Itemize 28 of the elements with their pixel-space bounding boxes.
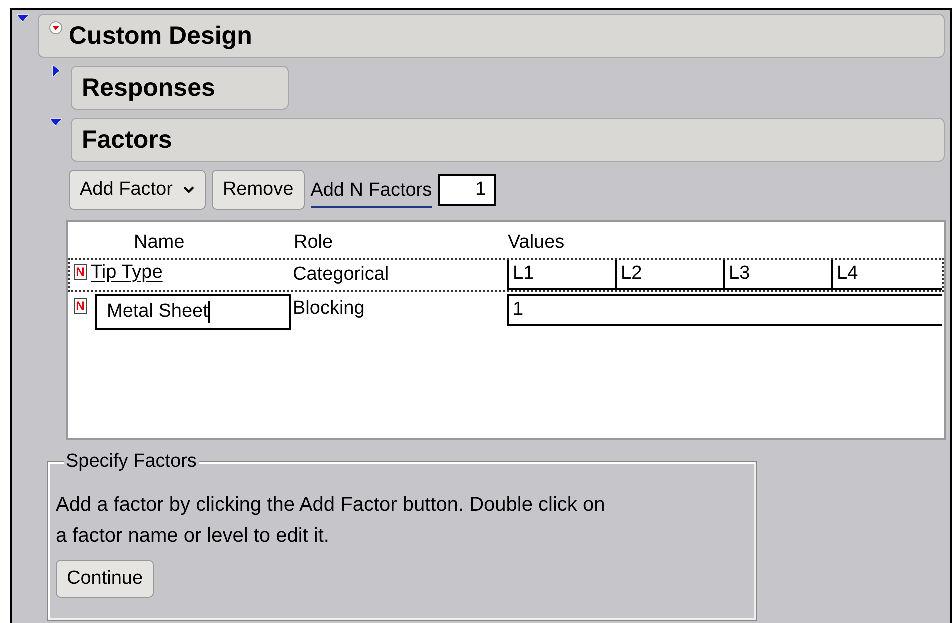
help-text: Add a factor by clicking the Add Factor button. Double click on a factor name or level to edit it. (56, 493, 606, 549)
outline-title: Custom Design (69, 22, 252, 50)
factor-name: Tip Type (91, 261, 164, 284)
menu-icon[interactable] (49, 21, 63, 35)
column-header: Role (294, 232, 334, 254)
factor-role: Blocking (293, 297, 366, 320)
nominal-icon: N (74, 298, 87, 314)
add-factor-dropdown[interactable]: Add Factor (69, 170, 206, 210)
factor-role: Categorical (293, 263, 390, 286)
level-value[interactable]: 1 (509, 296, 942, 324)
add-n-factors-field[interactable]: 1 (438, 174, 496, 206)
level-value[interactable]: L4 (833, 260, 942, 288)
continue-button[interactable]: Continue (56, 560, 154, 598)
factor-row[interactable]: N Metal Sheet Blocking 1 (68, 292, 944, 330)
level-value[interactable]: L3 (725, 260, 833, 288)
group-title: Specify Factors (64, 451, 199, 473)
level-value[interactable]: L2 (617, 260, 725, 288)
section-title: Factors (82, 126, 172, 154)
chevron-down-icon (182, 186, 195, 194)
remove-button[interactable]: Remove (212, 170, 305, 210)
factor-row[interactable]: N Tip Type Categorical L1 L2 L3 L4 (68, 258, 944, 292)
column-header: Values (508, 232, 565, 254)
level-value[interactable]: L1 (509, 260, 617, 288)
nominal-icon: N (74, 264, 87, 280)
name-edit-field[interactable]: Metal Sheet (95, 294, 291, 330)
add-n-factors-label: Add N Factors (310, 180, 432, 208)
section-title: Responses (82, 74, 216, 102)
column-header: Name (134, 232, 185, 254)
